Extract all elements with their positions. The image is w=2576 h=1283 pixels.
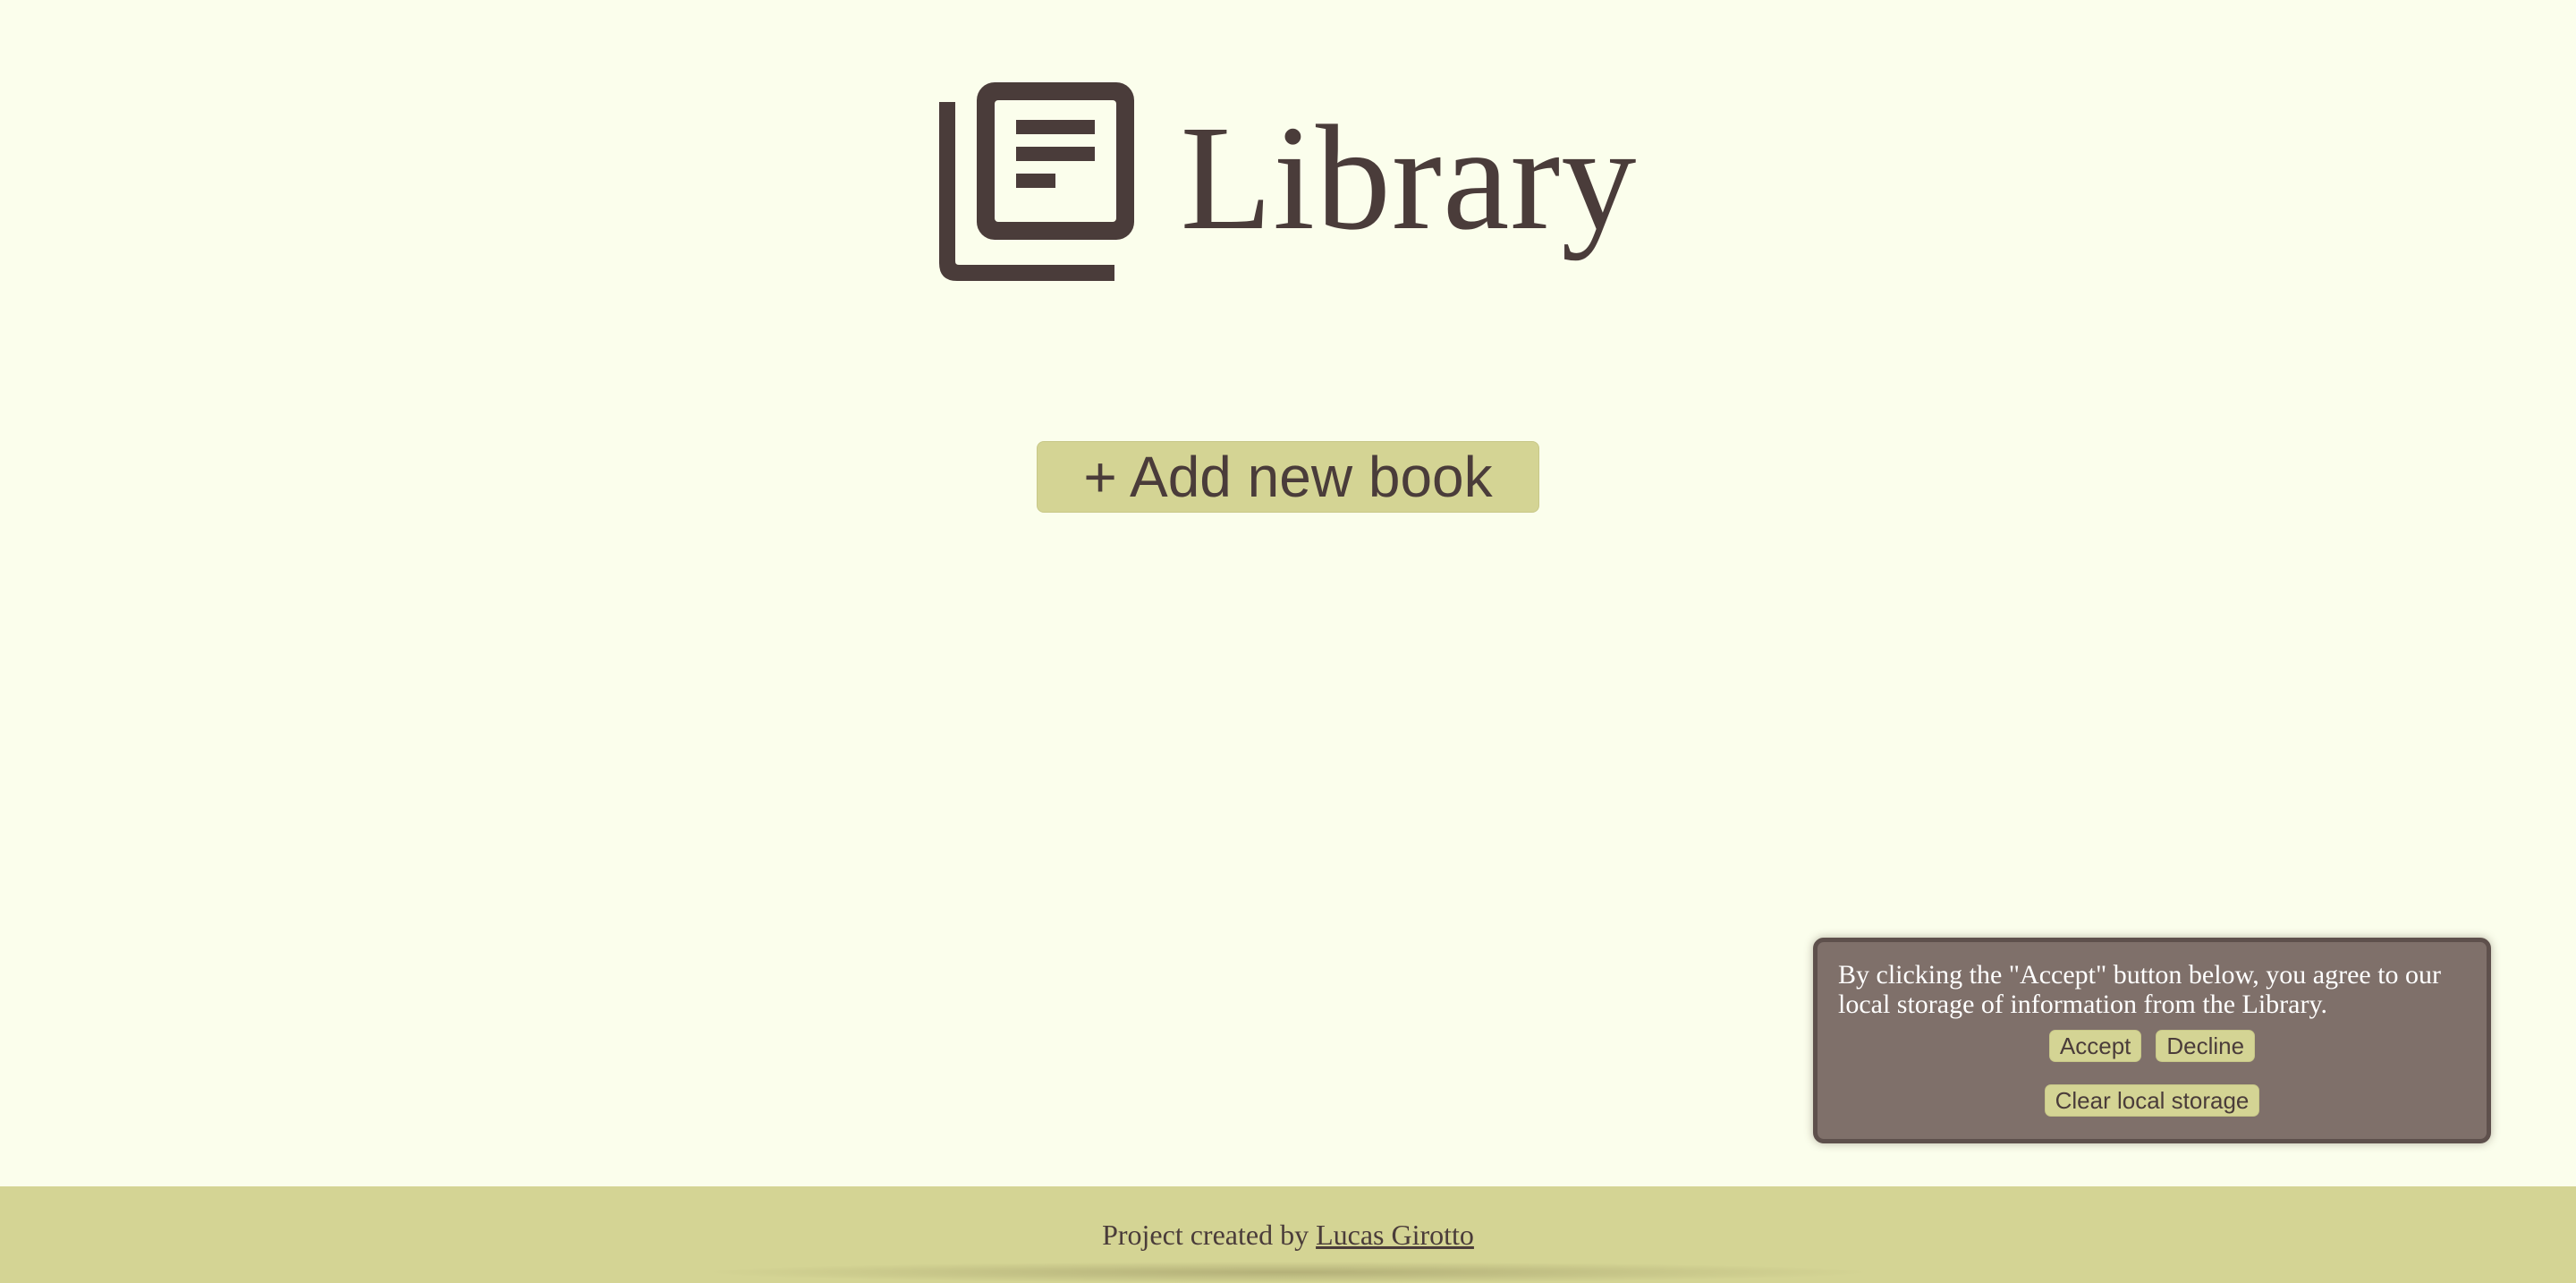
page: Library + Add new book By clicking the "…: [0, 0, 2576, 1283]
storage-consent-dialog: By clicking the "Accept" button below, y…: [1813, 938, 2491, 1143]
add-new-book-button[interactable]: + Add new book: [1037, 441, 1539, 513]
clear-local-storage-button[interactable]: Clear local storage: [2044, 1084, 2260, 1117]
footer-credit-prefix: Project created by: [1102, 1219, 1317, 1251]
consent-message: By clicking the "Accept" button below, y…: [1838, 960, 2442, 1019]
page-title: Library: [1180, 95, 1638, 261]
library-logo-icon: [938, 82, 1134, 281]
footer: Project created by Lucas Girotto: [0, 1186, 2576, 1283]
decline-button[interactable]: Decline: [2156, 1030, 2256, 1062]
author-link[interactable]: Lucas Girotto: [1316, 1219, 1474, 1251]
consent-actions: Accept Decline: [1818, 1030, 2487, 1062]
consent-secondary-actions: Clear local storage: [1818, 1084, 2487, 1117]
accept-button[interactable]: Accept: [2048, 1030, 2142, 1062]
header: Library: [0, 82, 2576, 281]
footer-credit: Project created by Lucas Girotto: [0, 1217, 2576, 1253]
